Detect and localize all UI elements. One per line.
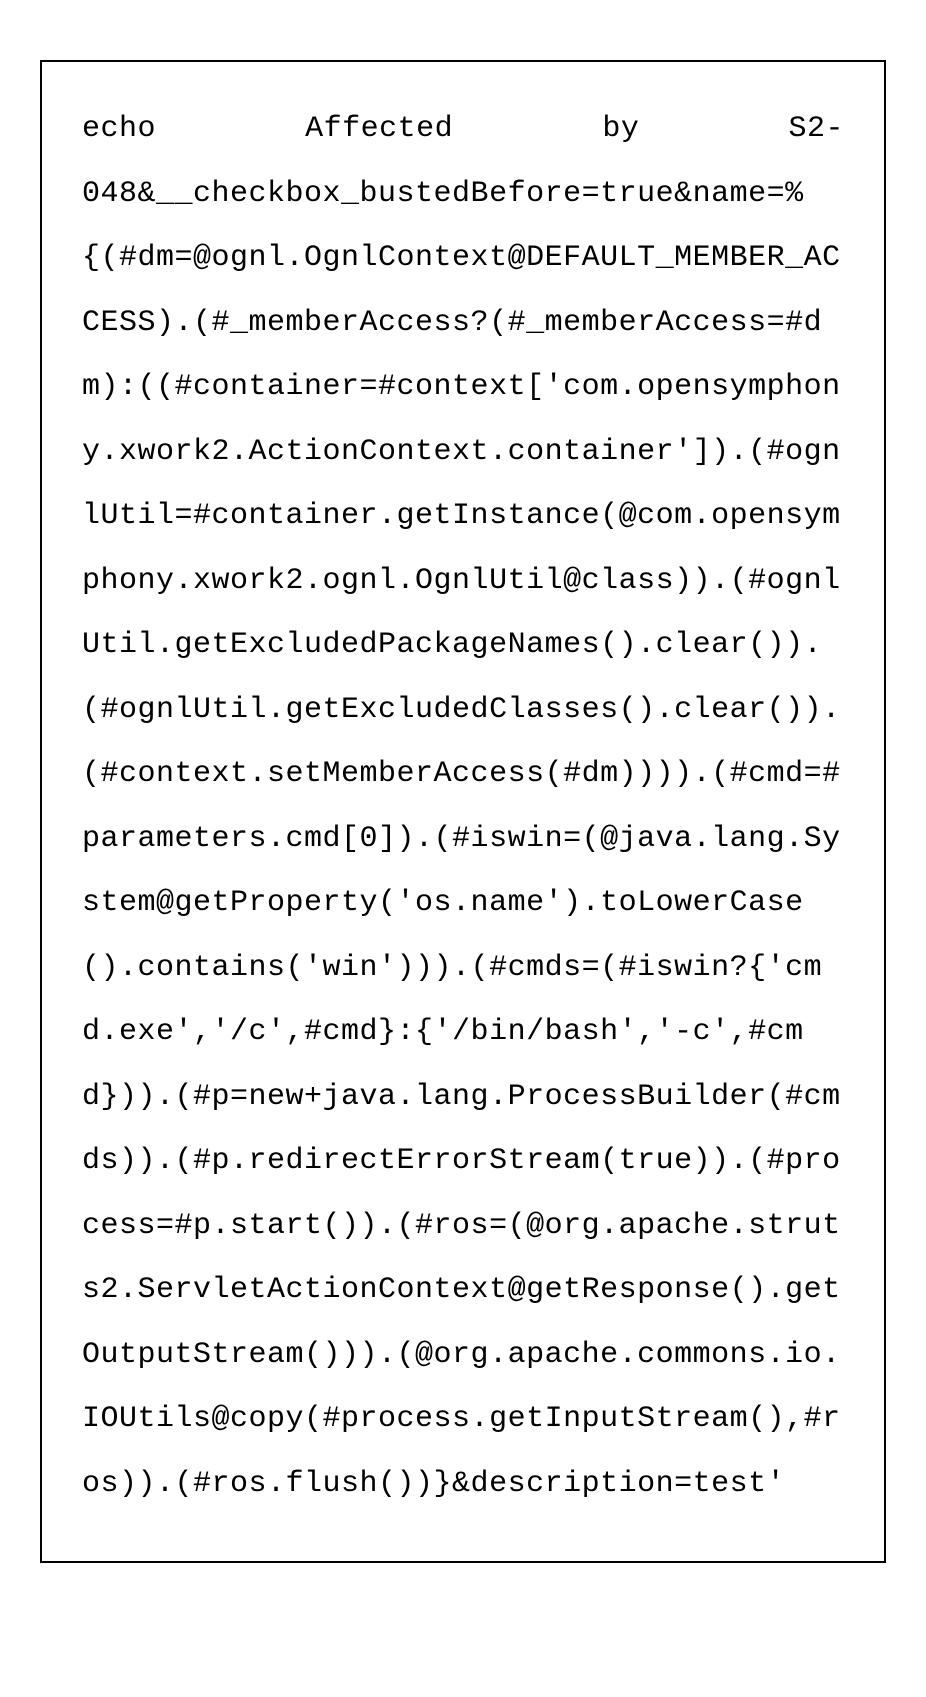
first-line: echo Affected by S2- [82, 97, 844, 162]
word-s2: S2- [788, 97, 844, 162]
code-box: echo Affected by S2- 048&__checkbox_bustedBe… [40, 60, 886, 1563]
word-affected: Affected [305, 97, 453, 162]
word-echo: echo [82, 97, 156, 162]
word-by: by [602, 97, 639, 162]
code-content: echo Affected by S2- 048&__checkbox_bustedBe… [82, 97, 844, 1516]
code-rest: 048&__checkbox_bustedBefore=true&name=%{… [82, 177, 841, 1501]
